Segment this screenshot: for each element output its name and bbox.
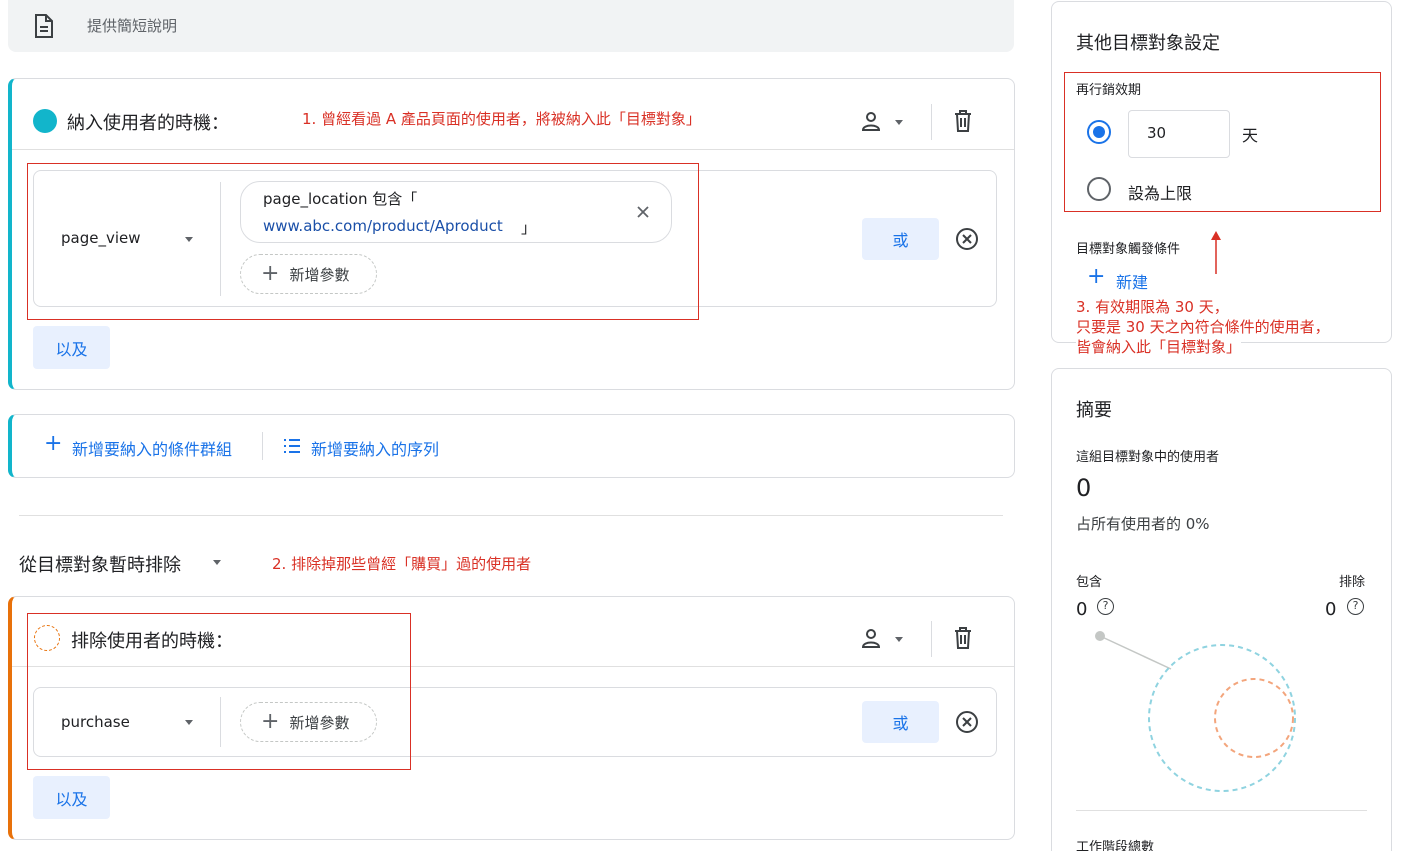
- scope-dropdown-chevron-icon[interactable]: [895, 120, 903, 125]
- scope-dropdown-chevron-icon[interactable]: [895, 637, 903, 642]
- new-trigger-button[interactable]: 新建: [1116, 269, 1148, 293]
- annotation-box-1: [27, 163, 699, 320]
- settings-title: 其他目標對象設定: [1076, 33, 1220, 54]
- sequence-list-icon: [284, 439, 300, 453]
- remove-condition-icon[interactable]: [955, 227, 979, 251]
- venn-include-dot: [1095, 631, 1105, 641]
- venn-connector-line: [1099, 635, 1172, 670]
- annotation-arrow-icon: [1211, 231, 1221, 274]
- include-or-button[interactable]: 或: [862, 218, 939, 260]
- trigger-label: 目標對象觸發條件: [1076, 242, 1181, 257]
- users-label: 這組目標對象中的使用者: [1076, 450, 1220, 465]
- exclude-count-value: 0: [1325, 599, 1337, 620]
- users-percent: 占所有使用者的 0%: [1076, 515, 1210, 533]
- annotation-2: 2. 排除掉那些曾經「購買」過的使用者: [272, 555, 532, 573]
- annotation-box-3: [1064, 72, 1381, 212]
- plus-icon: +: [44, 431, 63, 456]
- exclude-count-label: 排除: [1339, 575, 1366, 590]
- exclude-help-icon[interactable]: ?: [1347, 598, 1364, 615]
- include-count-value: 0: [1076, 599, 1088, 620]
- add-sequence-button[interactable]: 新增要納入的序列: [311, 436, 439, 460]
- remove-condition-icon[interactable]: [955, 710, 979, 734]
- exclude-and-button[interactable]: 以及: [33, 776, 110, 819]
- trash-icon[interactable]: [953, 626, 973, 650]
- document-icon: [35, 14, 53, 38]
- include-header-divider: [12, 149, 1014, 150]
- exclude-dropdown-chevron-icon[interactable]: [213, 560, 221, 565]
- user-scope-icon[interactable]: [860, 627, 882, 649]
- sessions-label: 工作階段總數: [1076, 840, 1155, 851]
- annotation-3-line-3: 皆會納入此「目標對象」: [1076, 337, 1242, 358]
- annotation-3-line-1: 3. 有效期限為 30 天，: [1076, 298, 1229, 316]
- include-help-icon[interactable]: ?: [1097, 598, 1114, 615]
- description-input[interactable]: 提供簡短說明: [87, 15, 177, 36]
- header-divider: [931, 621, 932, 657]
- include-count-label: 包含: [1076, 575, 1103, 590]
- annotation-3-line-2: 只要是 30 天之內符合條件的使用者，: [1076, 318, 1330, 336]
- include-group-title: 納入使用者的時機：: [67, 113, 229, 134]
- summary-title: 摘要: [1076, 400, 1112, 421]
- user-scope-icon[interactable]: [860, 110, 882, 132]
- venn-exclude-circle: [1214, 678, 1294, 758]
- venn-include-circle: [1148, 644, 1296, 792]
- add-condition-group-button[interactable]: 新增要納入的條件群組: [72, 436, 232, 460]
- include-and-button[interactable]: 以及: [33, 326, 110, 369]
- users-value: 0: [1076, 474, 1092, 502]
- exclude-section-header[interactable]: 從目標對象暫時排除: [19, 551, 181, 577]
- exclude-or-button[interactable]: 或: [862, 701, 939, 743]
- section-divider: [19, 515, 1003, 516]
- annotation-box-2: [27, 613, 411, 770]
- include-teal-circle-icon: [33, 109, 57, 133]
- annotation-1: 1. 曾經看過 A 產品頁面的使用者，將被納入此「目標對象」: [302, 110, 701, 128]
- venn-diagram: [1095, 631, 1296, 792]
- add-actions-divider: [262, 432, 263, 460]
- plus-icon: +: [1087, 264, 1106, 289]
- trash-icon[interactable]: [953, 109, 973, 133]
- summary-divider: [1076, 810, 1367, 811]
- header-divider: [931, 104, 932, 140]
